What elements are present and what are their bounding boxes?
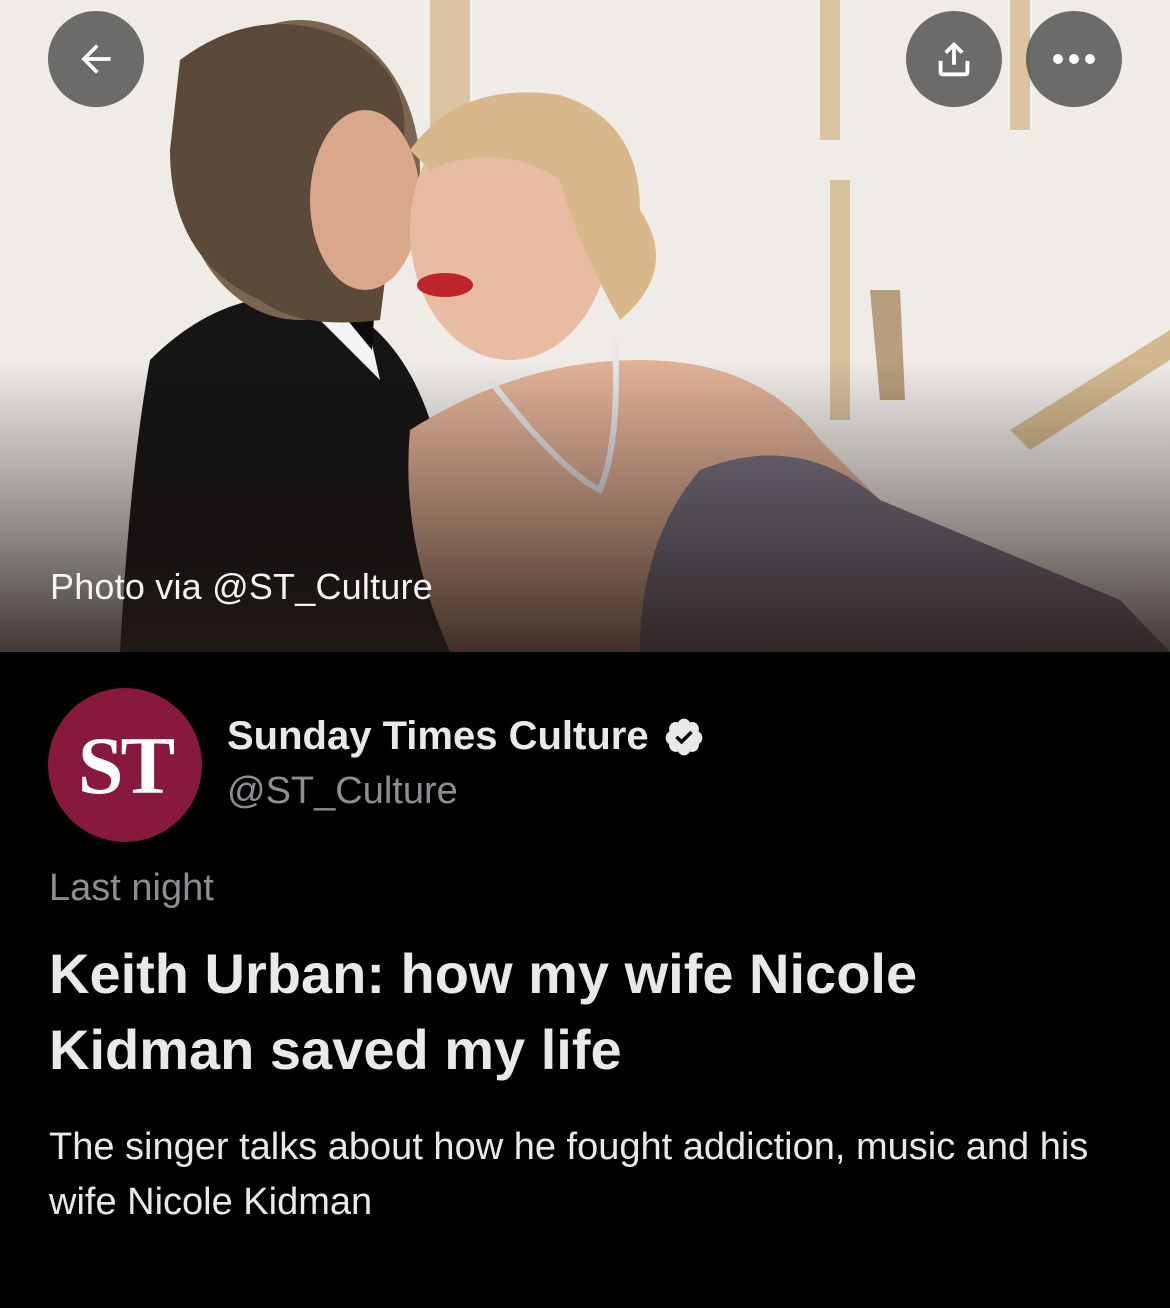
- article-headline[interactable]: Keith Urban: how my wife Nicole Kidman s…: [49, 936, 1129, 1088]
- share-upload-icon: [938, 41, 970, 77]
- photo-credit: Photo via @ST_Culture: [50, 566, 433, 607]
- account-handle[interactable]: @ST_Culture: [227, 770, 458, 813]
- account-name-row[interactable]: Sunday Times Culture: [227, 714, 705, 759]
- avatar-initials: ST: [77, 720, 175, 811]
- arrow-left-icon: [81, 44, 111, 74]
- hero-photo[interactable]: Photo via @ST_Culture: [0, 0, 1170, 652]
- more-options-button[interactable]: [1026, 11, 1122, 107]
- article-card[interactable]: ST Sunday Times Culture @ST_Culture Last…: [0, 652, 1170, 1308]
- verified-badge-icon: [665, 718, 702, 755]
- avatar[interactable]: ST: [48, 688, 202, 842]
- more-dots-icon: [1053, 54, 1095, 64]
- share-button[interactable]: [906, 11, 1002, 107]
- article-description: The singer talks about how he fought add…: [49, 1126, 1089, 1223]
- article-timestamp: Last night: [49, 867, 214, 909]
- account-display-name[interactable]: Sunday Times Culture: [227, 714, 649, 759]
- hero-gradient-overlay: [0, 360, 1170, 652]
- back-button[interactable]: [48, 11, 144, 107]
